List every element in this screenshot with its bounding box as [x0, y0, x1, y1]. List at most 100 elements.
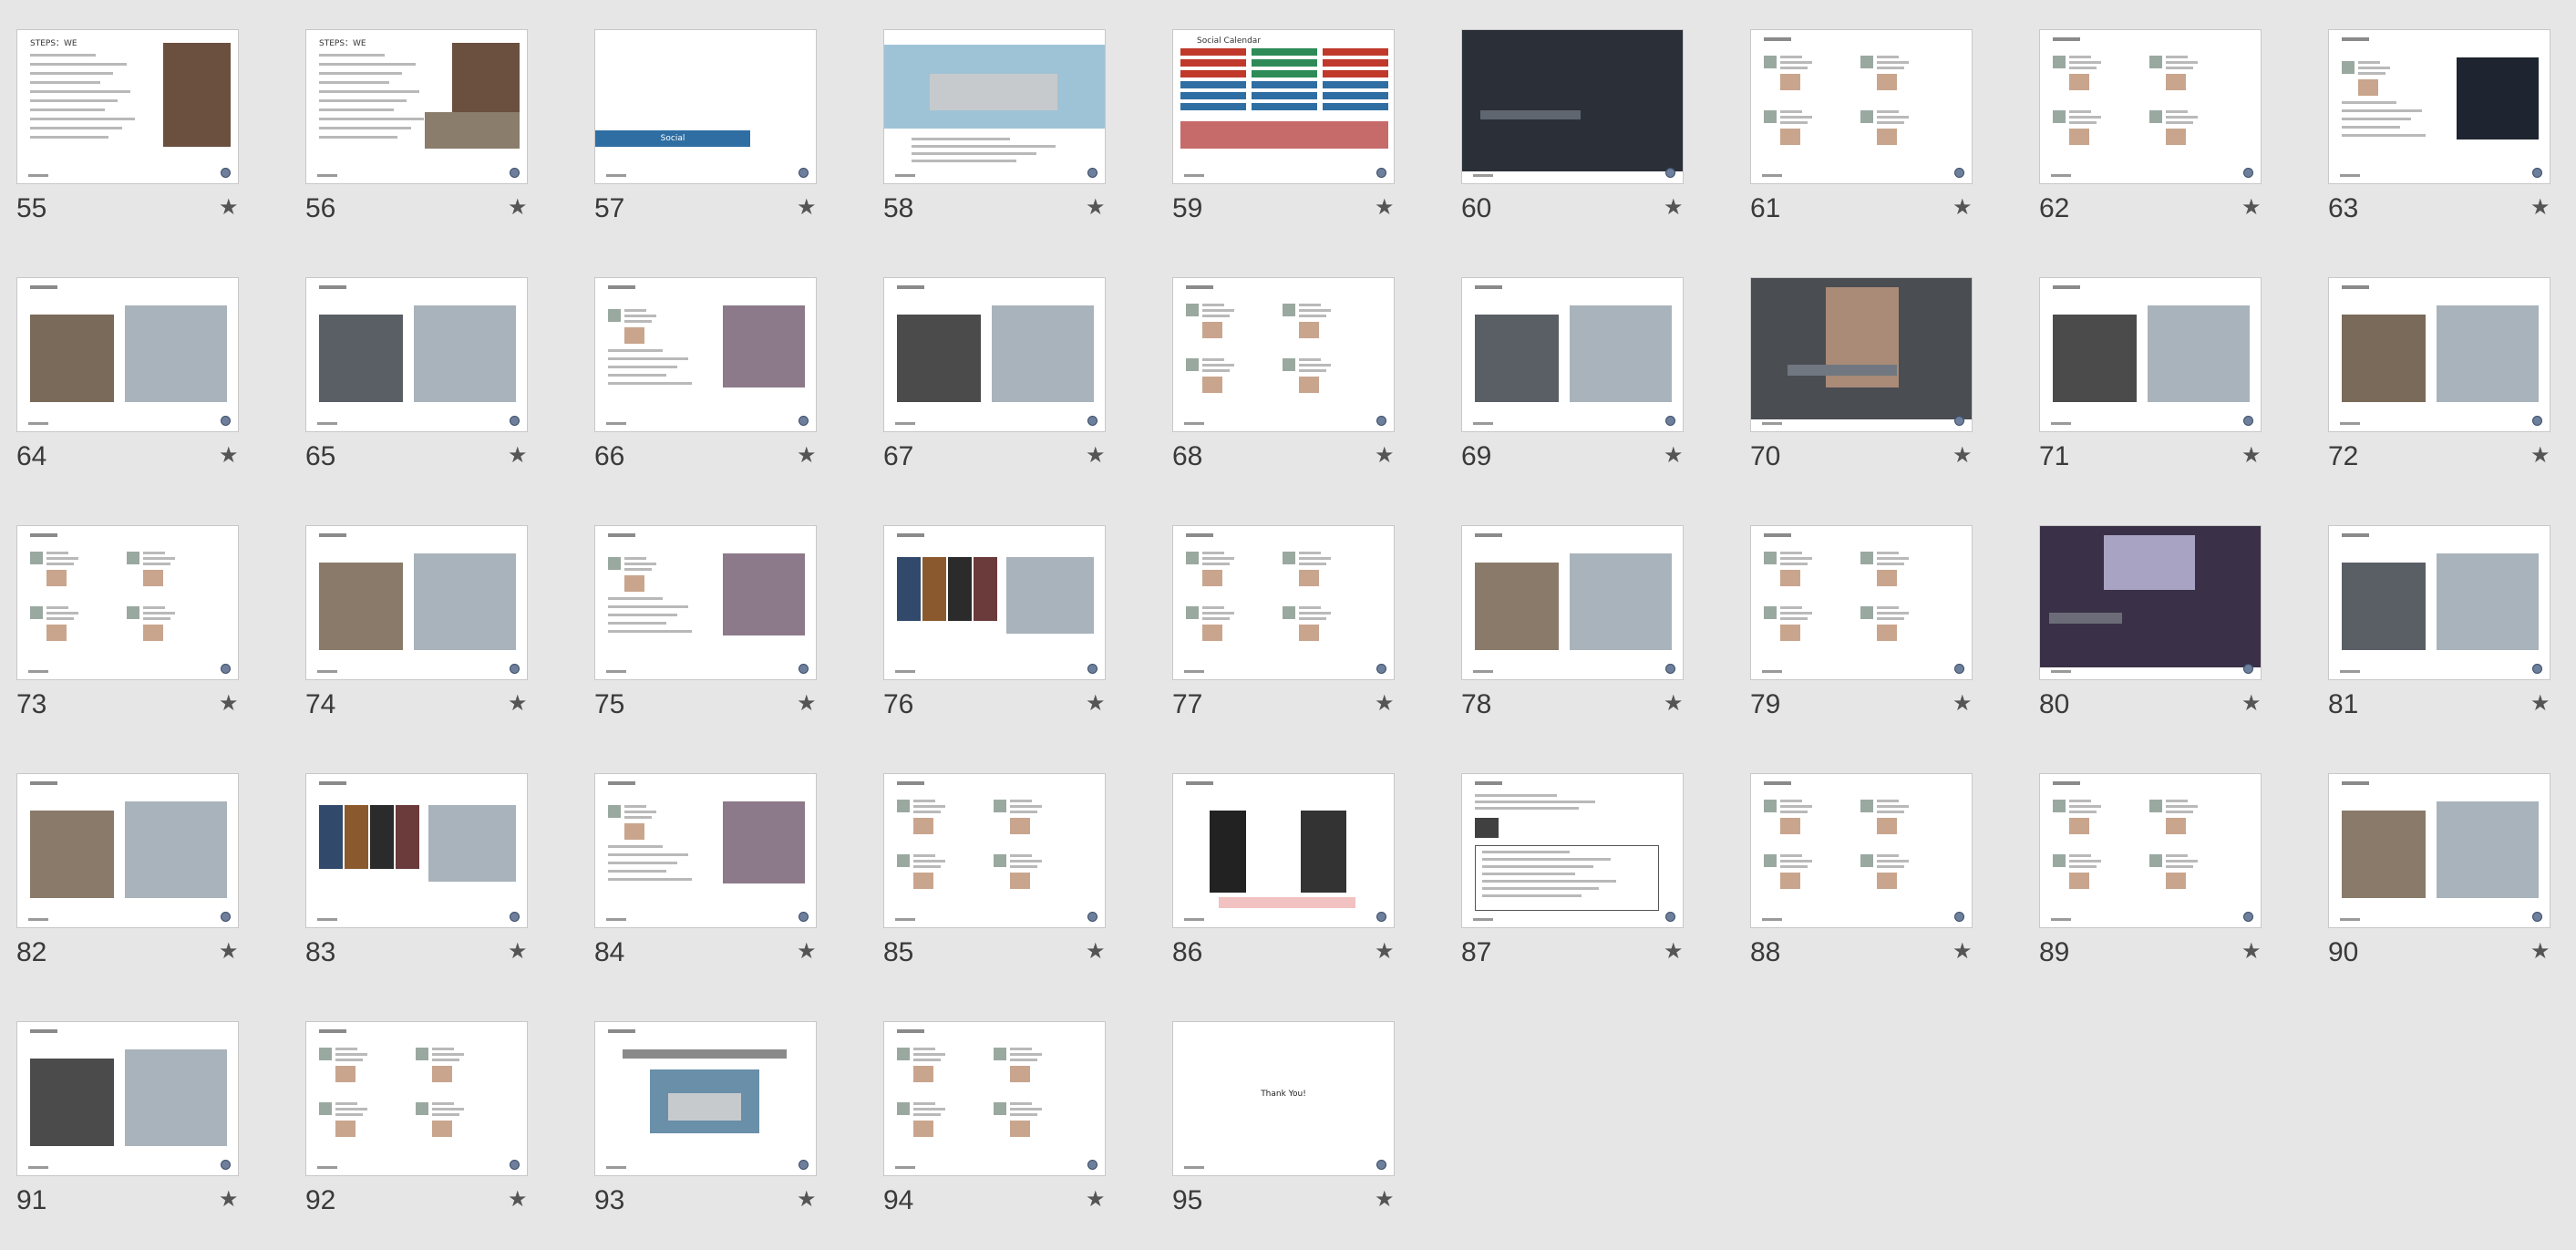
star-icon[interactable]: ★	[1953, 690, 1973, 716]
star-icon[interactable]: ★	[2530, 690, 2550, 716]
star-icon[interactable]: ★	[2530, 938, 2550, 964]
slide-59[interactable]: Social Calendar 59 ★	[1156, 0, 1445, 237]
star-icon[interactable]: ★	[508, 442, 528, 468]
slide-66[interactable]: 66 ★	[578, 248, 867, 485]
star-icon[interactable]: ★	[2530, 194, 2550, 220]
slide-78[interactable]: 78 ★	[1445, 496, 1734, 733]
star-icon[interactable]: ★	[1375, 194, 1395, 220]
slide-thumbnail[interactable]	[2039, 525, 2262, 680]
slide-thumbnail[interactable]	[2039, 29, 2262, 184]
slide-61[interactable]: 61 ★	[1734, 0, 2023, 237]
star-icon[interactable]: ★	[219, 442, 239, 468]
slide-thumbnail[interactable]: STEPS：WE	[16, 29, 239, 184]
star-icon[interactable]: ★	[508, 938, 528, 964]
slide-93[interactable]: 93 ★	[578, 992, 867, 1229]
slide-thumbnail[interactable]: STEPS：WE	[305, 29, 528, 184]
slide-94[interactable]: 94 ★	[867, 992, 1156, 1229]
slide-77[interactable]: 77 ★	[1156, 496, 1445, 733]
slide-thumbnail[interactable]	[16, 525, 239, 680]
slide-thumbnail[interactable]	[1172, 525, 1395, 680]
slide-81[interactable]: 81 ★	[2312, 496, 2576, 733]
slide-thumbnail[interactable]	[2039, 773, 2262, 928]
slide-86[interactable]: 86 ★	[1156, 744, 1445, 981]
star-icon[interactable]: ★	[797, 938, 817, 964]
slide-thumbnail[interactable]	[305, 1021, 528, 1176]
star-icon[interactable]: ★	[1664, 938, 1684, 964]
slide-79[interactable]: 79 ★	[1734, 496, 2023, 733]
slide-69[interactable]: 69 ★	[1445, 248, 1734, 485]
star-icon[interactable]: ★	[508, 194, 528, 220]
slide-thumbnail[interactable]	[1461, 773, 1684, 928]
star-icon[interactable]: ★	[797, 1186, 817, 1212]
slide-thumbnail[interactable]	[1172, 773, 1395, 928]
star-icon[interactable]: ★	[1953, 938, 1973, 964]
slide-87[interactable]: 87 ★	[1445, 744, 1734, 981]
slide-91[interactable]: 91 ★	[0, 992, 289, 1229]
slide-58[interactable]: 58 ★	[867, 0, 1156, 237]
slide-thumbnail[interactable]	[883, 525, 1106, 680]
slide-thumbnail[interactable]	[2328, 29, 2550, 184]
slide-thumbnail[interactable]	[1750, 277, 1973, 432]
slide-thumbnail[interactable]	[16, 773, 239, 928]
star-icon[interactable]: ★	[1664, 442, 1684, 468]
slide-thumbnail[interactable]	[883, 773, 1106, 928]
star-icon[interactable]: ★	[2241, 442, 2262, 468]
star-icon[interactable]: ★	[1086, 194, 1106, 220]
slide-65[interactable]: 65 ★	[289, 248, 578, 485]
slide-76[interactable]: 76 ★	[867, 496, 1156, 733]
slide-83[interactable]: 83 ★	[289, 744, 578, 981]
slide-thumbnail[interactable]	[16, 277, 239, 432]
star-icon[interactable]: ★	[508, 690, 528, 716]
star-icon[interactable]: ★	[1086, 442, 1106, 468]
slide-thumbnail[interactable]: Social Calendar	[1172, 29, 1395, 184]
star-icon[interactable]: ★	[219, 938, 239, 964]
slide-thumbnail[interactable]	[594, 1021, 817, 1176]
star-icon[interactable]: ★	[797, 194, 817, 220]
slide-90[interactable]: 90 ★	[2312, 744, 2576, 981]
slide-67[interactable]: 67 ★	[867, 248, 1156, 485]
slide-thumbnail[interactable]: Thank You!	[1172, 1021, 1395, 1176]
star-icon[interactable]: ★	[508, 1186, 528, 1212]
star-icon[interactable]: ★	[1086, 938, 1106, 964]
slide-thumbnail[interactable]	[2039, 277, 2262, 432]
slide-thumbnail[interactable]	[2328, 277, 2550, 432]
star-icon[interactable]: ★	[1664, 194, 1684, 220]
slide-thumbnail[interactable]: Social	[594, 29, 817, 184]
slide-thumbnail[interactable]	[883, 29, 1106, 184]
slide-thumbnail[interactable]	[594, 277, 817, 432]
slide-thumbnail[interactable]	[305, 773, 528, 928]
slide-73[interactable]: 73 ★	[0, 496, 289, 733]
slide-thumbnail[interactable]	[2328, 525, 2550, 680]
slide-95[interactable]: Thank You! 95 ★	[1156, 992, 1445, 1229]
star-icon[interactable]: ★	[797, 442, 817, 468]
slide-thumbnail[interactable]	[1461, 525, 1684, 680]
slide-84[interactable]: 84 ★	[578, 744, 867, 981]
slide-55[interactable]: STEPS：WE 55 ★	[0, 0, 289, 237]
slide-thumbnail[interactable]	[1461, 277, 1684, 432]
slide-thumbnail[interactable]	[2328, 773, 2550, 928]
slide-thumbnail[interactable]	[16, 1021, 239, 1176]
slide-72[interactable]: 72 ★	[2312, 248, 2576, 485]
slide-56[interactable]: STEPS：WE 56 ★	[289, 0, 578, 237]
star-icon[interactable]: ★	[2241, 194, 2262, 220]
slide-thumbnail[interactable]	[594, 773, 817, 928]
slide-thumbnail[interactable]	[883, 277, 1106, 432]
slide-thumbnail[interactable]	[1172, 277, 1395, 432]
slide-thumbnail[interactable]	[1750, 773, 1973, 928]
star-icon[interactable]: ★	[1375, 938, 1395, 964]
slide-74[interactable]: 74 ★	[289, 496, 578, 733]
slide-60[interactable]: 60 ★	[1445, 0, 1734, 237]
slide-thumbnail[interactable]	[1750, 525, 1973, 680]
slide-thumbnail[interactable]	[305, 525, 528, 680]
star-icon[interactable]: ★	[2241, 938, 2262, 964]
slide-88[interactable]: 88 ★	[1734, 744, 2023, 981]
star-icon[interactable]: ★	[1664, 690, 1684, 716]
slide-80[interactable]: 80 ★	[2023, 496, 2312, 733]
star-icon[interactable]: ★	[1375, 442, 1395, 468]
slide-64[interactable]: 64 ★	[0, 248, 289, 485]
slide-thumbnail[interactable]	[305, 277, 528, 432]
slide-thumbnail[interactable]	[1461, 29, 1684, 184]
slide-68[interactable]: 68 ★	[1156, 248, 1445, 485]
star-icon[interactable]: ★	[1953, 194, 1973, 220]
slide-89[interactable]: 89 ★	[2023, 744, 2312, 981]
